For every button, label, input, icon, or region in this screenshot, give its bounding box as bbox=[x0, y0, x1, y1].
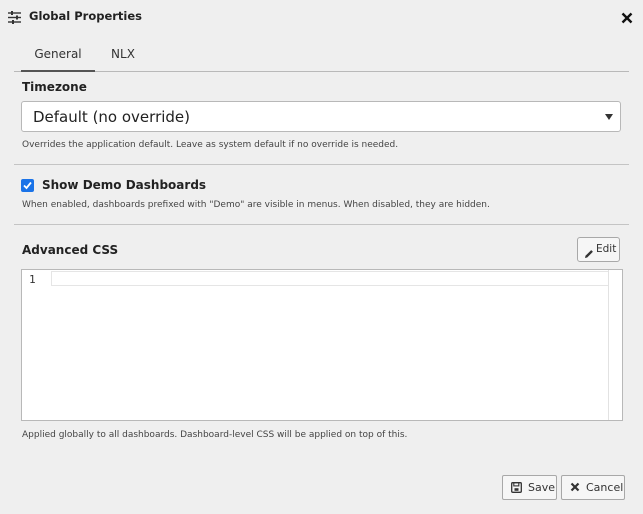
cancel-button-label: Cancel bbox=[586, 481, 624, 494]
global-properties-dialog: Global Properties General NLX Timezone D… bbox=[0, 0, 643, 514]
editor-scrollbar[interactable] bbox=[608, 270, 622, 420]
cancel-button[interactable]: Cancel bbox=[561, 475, 625, 500]
divider bbox=[14, 224, 629, 225]
sliders-icon bbox=[8, 9, 21, 24]
advanced-css-label: Advanced CSS bbox=[22, 243, 119, 257]
timezone-select[interactable]: Default (no override) bbox=[21, 101, 621, 132]
editor-gutter: 1 bbox=[22, 270, 51, 420]
save-button-label: Save bbox=[528, 481, 556, 494]
tab-general[interactable]: General bbox=[21, 38, 95, 72]
dialog-title: Global Properties bbox=[29, 9, 143, 23]
tab-bar: General NLX bbox=[14, 38, 629, 72]
close-icon bbox=[570, 482, 580, 495]
pencil-icon bbox=[584, 244, 594, 263]
show-demo-dashboards-label[interactable]: Show Demo Dashboards bbox=[42, 178, 206, 192]
edit-css-button-label: Edit bbox=[596, 243, 617, 255]
divider bbox=[14, 164, 629, 165]
timezone-label: Timezone bbox=[22, 80, 87, 94]
timezone-selected-value: Default (no override) bbox=[33, 108, 191, 126]
save-icon bbox=[511, 482, 522, 496]
checkmark-icon bbox=[23, 181, 32, 190]
edit-css-button[interactable]: Edit bbox=[577, 237, 620, 262]
save-button[interactable]: Save bbox=[502, 475, 557, 500]
chevron-down-icon bbox=[605, 114, 613, 120]
close-icon[interactable] bbox=[621, 9, 633, 24]
line-number: 1 bbox=[29, 273, 36, 286]
dialog-titlebar: Global Properties bbox=[0, 0, 643, 34]
tab-nlx[interactable]: NLX bbox=[98, 38, 148, 70]
editor-active-line[interactable] bbox=[51, 271, 621, 286]
timezone-help-text: Overrides the application default. Leave… bbox=[22, 140, 399, 150]
show-demo-dashboards-checkbox[interactable] bbox=[21, 179, 34, 192]
css-code-editor[interactable]: 1 bbox=[21, 269, 623, 421]
show-demo-dashboards-help-text: When enabled, dashboards prefixed with "… bbox=[22, 200, 490, 210]
advanced-css-help-text: Applied globally to all dashboards. Dash… bbox=[22, 430, 408, 440]
